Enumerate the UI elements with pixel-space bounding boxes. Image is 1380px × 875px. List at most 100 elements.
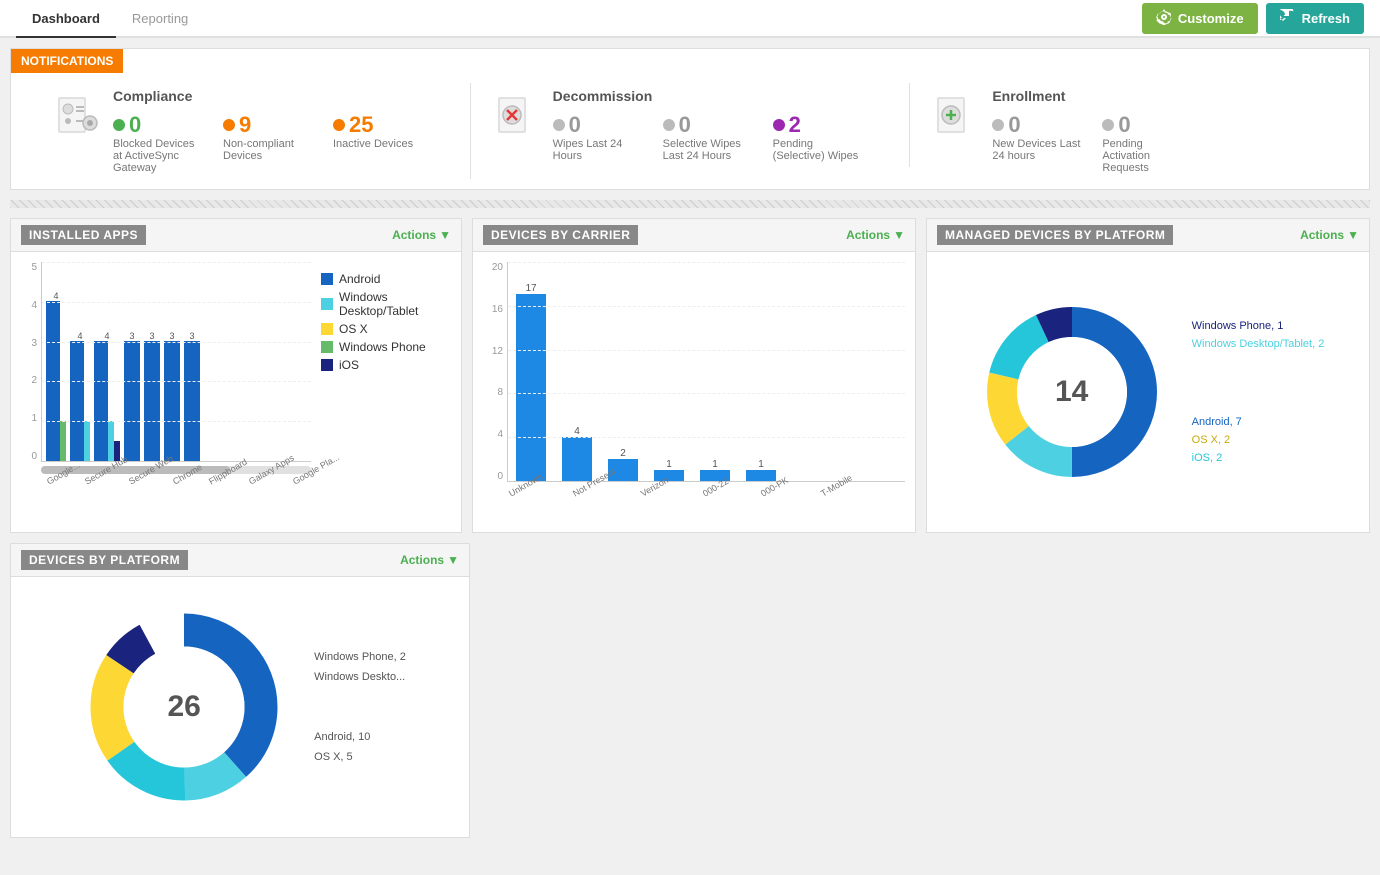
tab-reporting[interactable]: Reporting	[116, 1, 204, 38]
decommission-count-1: 0	[679, 112, 691, 138]
chevron-down-icon: ▼	[439, 228, 451, 242]
customize-label: Customize	[1178, 11, 1244, 26]
carrier-x-labels: Unknown Not Present Verizon 000-22 000-P…	[483, 490, 905, 500]
enrollment-count-0: 0	[1008, 112, 1020, 138]
legend-ios-managed: iOS, 2	[1192, 452, 1325, 464]
bottom-right-placeholder	[480, 543, 1370, 838]
managed-devices-by-platform-widget: MANAGED DEVICES BY PLATFORM Actions ▼	[926, 218, 1370, 533]
status-dot-gray-e1	[1102, 119, 1114, 131]
bar-securehub: 4	[70, 331, 90, 461]
chevron-down-icon-2: ▼	[893, 228, 905, 242]
chevron-down-icon-3: ▼	[1347, 228, 1359, 242]
legend-osx: OS X	[321, 322, 451, 336]
enrollment-count-1: 0	[1118, 112, 1130, 138]
decommission-label-2: Pending (Selective) Wipes	[773, 138, 863, 162]
devices-by-carrier-body: 201612840 17	[473, 252, 915, 532]
enrollment-item-1[interactable]: 0 Pending Activation Requests	[1102, 112, 1192, 174]
managed-donut-total: 14	[1055, 375, 1088, 409]
devices-by-carrier-widget: DEVICES BY CARRIER Actions ▼ 201612840	[472, 218, 916, 533]
compliance-section: Compliance 0 Blocked Devices at ActiveSy…	[31, 83, 471, 179]
devices-by-carrier-title: DEVICES BY CARRIER	[483, 225, 638, 245]
managed-devices-header: MANAGED DEVICES BY PLATFORM Actions ▼	[927, 219, 1369, 252]
compliance-items: 0 Blocked Devices at ActiveSync Gateway …	[113, 112, 450, 174]
enrollment-item-0[interactable]: 0 New Devices Last 24 hours	[992, 112, 1082, 174]
decommission-item-0[interactable]: 0 Wipes Last 24 Hours	[553, 112, 643, 162]
enrollment-label-1: Pending Activation Requests	[1102, 138, 1192, 174]
gear-icon	[1156, 9, 1172, 28]
devices-platform-labels: Windows Phone, 2 Windows Deskto... Andro…	[314, 651, 406, 763]
compliance-item-1[interactable]: 9 Non-compliant Devices	[223, 112, 313, 174]
bar-chrome: 3	[124, 331, 140, 461]
bar-flippboard: 3	[144, 331, 160, 461]
label-windows-dt-platform: Windows Deskto...	[314, 671, 406, 683]
decommission-item-2[interactable]: 2 Pending (Selective) Wipes	[773, 112, 863, 162]
bar-googlepla: 3	[184, 331, 200, 461]
installed-apps-actions-button[interactable]: Actions ▼	[392, 228, 451, 242]
decommission-item-1[interactable]: 0 Selective Wipes Last 24 Hours	[663, 112, 753, 162]
managed-devices-actions-button[interactable]: Actions ▼	[1300, 228, 1359, 242]
hatch-separator	[10, 200, 1370, 208]
devices-by-platform-actions-button[interactable]: Actions ▼	[400, 553, 459, 567]
status-dot-orange-1	[223, 119, 235, 131]
status-dot-orange-2	[333, 119, 345, 131]
managed-donut-chart: 14	[972, 292, 1172, 492]
compliance-count-2: 25	[349, 112, 373, 138]
refresh-label: Refresh	[1302, 11, 1350, 26]
legend-ios: iOS	[321, 358, 451, 372]
status-dot-gray-1	[663, 119, 675, 131]
compliance-item-2[interactable]: 25 Inactive Devices	[333, 112, 413, 174]
refresh-button[interactable]: Refresh	[1266, 3, 1364, 34]
managed-devices-title: MANAGED DEVICES BY PLATFORM	[937, 225, 1173, 245]
installed-apps-legend: Android Windows Desktop/Tablet OS X Wind…	[321, 262, 451, 522]
enrollment-icon	[930, 88, 980, 138]
devices-platform-donut: 26	[74, 597, 294, 817]
tab-dashboard[interactable]: Dashboard	[16, 1, 116, 38]
managed-devices-body: 14 Windows Phone, 1 Windows Desktop/Tabl…	[927, 252, 1369, 532]
top-navigation: Dashboard Reporting Customize Refresh	[0, 0, 1380, 38]
devices-platform-total: 26	[167, 690, 200, 724]
devices-by-platform-header: DEVICES BY PLATFORM Actions ▼	[11, 544, 469, 577]
enrollment-title: Enrollment	[992, 88, 1329, 104]
installed-apps-bars: 4 4	[42, 262, 311, 461]
compliance-item-0[interactable]: 0 Blocked Devices at ActiveSync Gateway	[113, 112, 203, 174]
installed-apps-body: 543210	[11, 252, 461, 532]
devices-by-carrier-actions-label: Actions	[846, 228, 890, 242]
decommission-count-0: 0	[569, 112, 581, 138]
status-dot-gray-e0	[992, 119, 1004, 131]
compliance-label-2: Inactive Devices	[333, 138, 413, 150]
legend-android: Android	[321, 272, 451, 286]
devices-by-carrier-actions-button[interactable]: Actions ▼	[846, 228, 905, 242]
status-dot-purple	[773, 119, 785, 131]
installed-apps-title: INSTALLED APPS	[21, 225, 146, 245]
compliance-count-0: 0	[129, 112, 141, 138]
label-android-platform: Android, 10	[314, 731, 406, 743]
refresh-icon	[1280, 9, 1296, 28]
compliance-content: Compliance 0 Blocked Devices at ActiveSy…	[113, 88, 450, 174]
bottom-widgets-row: DEVICES BY PLATFORM Actions ▼	[10, 543, 1370, 838]
notifications-body: Compliance 0 Blocked Devices at ActiveSy…	[11, 73, 1369, 189]
status-dot-gray-0	[553, 119, 565, 131]
enrollment-section: Enrollment 0 New Devices Last 24 hours	[910, 83, 1349, 179]
carrier-bars: 17 4 2 1	[508, 262, 905, 481]
notifications-panel: NOTIFICATIONS	[10, 48, 1370, 190]
carrier-bar-notpresent: 4	[562, 426, 592, 481]
devices-by-platform-widget: DEVICES BY PLATFORM Actions ▼	[10, 543, 470, 838]
installed-apps-widget: INSTALLED APPS Actions ▼ 543210	[10, 218, 462, 533]
legend-windows-phone: Windows Phone	[321, 340, 451, 354]
compliance-count-1: 9	[239, 112, 251, 138]
compliance-label-0: Blocked Devices at ActiveSync Gateway	[113, 138, 203, 174]
decommission-section: Decommission 0 Wipes Last 24 Hours	[471, 83, 911, 167]
legend-osx-managed: OS X, 2	[1192, 434, 1325, 446]
devices-by-platform-title: DEVICES BY PLATFORM	[21, 550, 188, 570]
managed-devices-legend: Windows Phone, 1 Windows Desktop/Tablet,…	[1192, 320, 1325, 464]
installed-apps-actions-label: Actions	[392, 228, 436, 242]
devices-by-carrier-header: DEVICES BY CARRIER Actions ▼	[473, 219, 915, 252]
compliance-title: Compliance	[113, 88, 450, 104]
decommission-title: Decommission	[553, 88, 890, 104]
legend-windows-phone-managed: Windows Phone, 1	[1192, 320, 1325, 332]
devices-by-platform-body: 26 Windows Phone, 2 Windows Deskto... An…	[11, 577, 469, 837]
managed-devices-actions-label: Actions	[1300, 228, 1344, 242]
compliance-icon	[51, 88, 101, 138]
decommission-count-2: 2	[789, 112, 801, 138]
customize-button[interactable]: Customize	[1142, 3, 1258, 34]
